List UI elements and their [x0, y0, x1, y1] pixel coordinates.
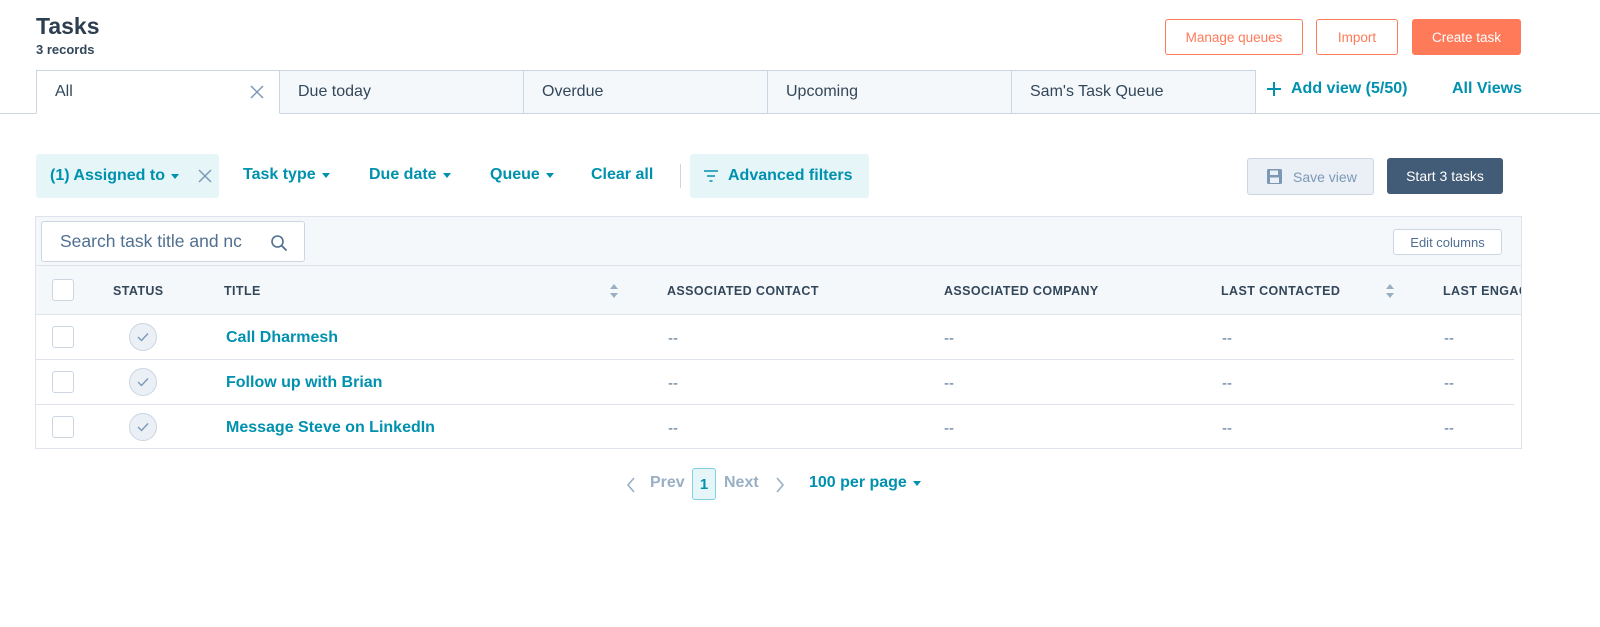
- chevron-down-icon: [170, 173, 179, 179]
- chevron-down-icon: [442, 172, 451, 178]
- checkmark-icon: [137, 423, 149, 432]
- tab-label: Due today: [298, 83, 371, 100]
- queue-filter[interactable]: Queue: [490, 166, 554, 184]
- filter-icon: [704, 170, 718, 182]
- prev-page-button[interactable]: Prev: [650, 474, 685, 492]
- sort-icon[interactable]: [609, 283, 619, 299]
- chevron-right-icon: [776, 477, 785, 493]
- search-icon: [271, 235, 288, 252]
- tab-all[interactable]: All: [36, 70, 280, 114]
- associated-contact-cell: --: [668, 330, 678, 347]
- tab-label: All: [55, 83, 73, 100]
- queue-label: Queue: [490, 166, 540, 183]
- associated-contact-cell: --: [668, 375, 678, 392]
- close-icon[interactable]: [249, 84, 265, 100]
- select-all-checkbox[interactable]: [52, 279, 74, 301]
- complete-task-button[interactable]: [129, 413, 157, 441]
- close-icon[interactable]: [197, 168, 213, 184]
- chevron-left-icon: [626, 477, 635, 493]
- next-page-button[interactable]: Next: [724, 474, 759, 492]
- checkmark-icon: [137, 333, 149, 342]
- sort-icon[interactable]: [1385, 283, 1395, 299]
- search-input[interactable]: Search task title and nc: [41, 221, 305, 262]
- task-title-link[interactable]: Call Dharmesh: [226, 329, 338, 347]
- column-header-status: STATUS: [113, 284, 164, 298]
- associated-company-cell: --: [944, 375, 954, 392]
- assigned-to-label: (1) Assigned to: [50, 167, 165, 184]
- manage-queues-button[interactable]: Manage queues: [1165, 19, 1303, 55]
- add-view-button[interactable]: Add view (5/50): [1266, 80, 1407, 98]
- table-header: STATUS TITLE ASSOCIATED CONTACT ASSOCIAT…: [36, 266, 1521, 315]
- page-number-button[interactable]: 1: [692, 468, 716, 500]
- due-date-label: Due date: [369, 166, 437, 183]
- associated-company-cell: --: [944, 330, 954, 347]
- chevron-down-icon: [912, 480, 921, 486]
- save-view-label: Save view: [1293, 168, 1357, 185]
- tab-label: Sam's Task Queue: [1030, 83, 1164, 100]
- due-date-filter[interactable]: Due date: [369, 166, 451, 184]
- search-input-value: Search task title and nc: [60, 231, 242, 251]
- column-header-associated-contact: ASSOCIATED CONTACT: [667, 284, 819, 298]
- save-view-button[interactable]: Save view: [1247, 158, 1374, 195]
- create-task-button[interactable]: Create task: [1412, 19, 1521, 55]
- add-view-label: Add view (5/50): [1291, 80, 1408, 97]
- clear-all-button[interactable]: Clear all: [591, 166, 653, 184]
- complete-task-button[interactable]: [129, 368, 157, 396]
- tab-overdue[interactable]: Overdue: [524, 70, 768, 114]
- last-contacted-cell: --: [1222, 375, 1232, 392]
- task-type-label: Task type: [243, 166, 316, 183]
- column-header-last-contacted[interactable]: LAST CONTACTED: [1221, 284, 1340, 298]
- last-engagement-cell: --: [1444, 375, 1454, 392]
- tab-label: Overdue: [542, 83, 604, 100]
- chevron-down-icon: [545, 172, 554, 178]
- column-header-title[interactable]: TITLE: [224, 284, 261, 298]
- page-title: Tasks: [36, 13, 100, 39]
- last-contacted-cell: --: [1222, 330, 1232, 347]
- table-row: Follow up with Brian -- -- -- --: [36, 360, 1514, 405]
- task-title-link[interactable]: Message Steve on LinkedIn: [226, 419, 435, 437]
- tab-label: Upcoming: [786, 83, 859, 100]
- row-checkbox[interactable]: [52, 371, 74, 393]
- import-button[interactable]: Import: [1316, 19, 1398, 55]
- per-page-dropdown[interactable]: 100 per page: [809, 474, 921, 492]
- associated-contact-cell: --: [668, 420, 678, 437]
- per-page-label: 100 per page: [809, 474, 907, 491]
- task-title-link[interactable]: Follow up with Brian: [226, 374, 382, 392]
- tab-sams-task-queue[interactable]: Sam's Task Queue: [1012, 70, 1256, 114]
- record-count: 3 records: [36, 42, 95, 57]
- row-checkbox[interactable]: [52, 326, 74, 348]
- row-checkbox[interactable]: [52, 416, 74, 438]
- tab-due-today[interactable]: Due today: [280, 70, 524, 114]
- complete-task-button[interactable]: [129, 323, 157, 351]
- all-views-link[interactable]: All Views: [1452, 80, 1522, 98]
- tab-upcoming[interactable]: Upcoming: [768, 70, 1012, 114]
- floppy-disk-icon: [1267, 169, 1282, 184]
- tasks-table: Search task title and nc Edit columns ST…: [35, 216, 1522, 449]
- table-row: Call Dharmesh -- -- -- --: [36, 315, 1514, 360]
- column-header-associated-company: ASSOCIATED COMPANY: [944, 284, 1099, 298]
- checkmark-icon: [137, 378, 149, 387]
- last-engagement-cell: --: [1444, 420, 1454, 437]
- chevron-down-icon: [321, 172, 330, 178]
- plus-icon: [1267, 82, 1281, 96]
- advanced-filters-button[interactable]: Advanced filters: [690, 154, 869, 198]
- filter-divider: [680, 164, 681, 188]
- assigned-to-filter[interactable]: (1) Assigned to: [36, 154, 219, 198]
- last-engagement-cell: --: [1444, 330, 1454, 347]
- start-tasks-button[interactable]: Start 3 tasks: [1387, 158, 1503, 194]
- advanced-filters-label: Advanced filters: [728, 167, 853, 184]
- associated-company-cell: --: [944, 420, 954, 437]
- edit-columns-button[interactable]: Edit columns: [1393, 229, 1502, 255]
- view-tabs: All Due today Overdue Upcoming Sam's Tas…: [36, 70, 1256, 114]
- column-header-last-engagement: LAST ENGAG: [1443, 284, 1522, 298]
- task-type-filter[interactable]: Task type: [243, 166, 330, 184]
- table-row: Message Steve on LinkedIn -- -- -- --: [36, 405, 1514, 448]
- last-contacted-cell: --: [1222, 420, 1232, 437]
- table-toolbar: Search task title and nc Edit columns: [36, 217, 1521, 266]
